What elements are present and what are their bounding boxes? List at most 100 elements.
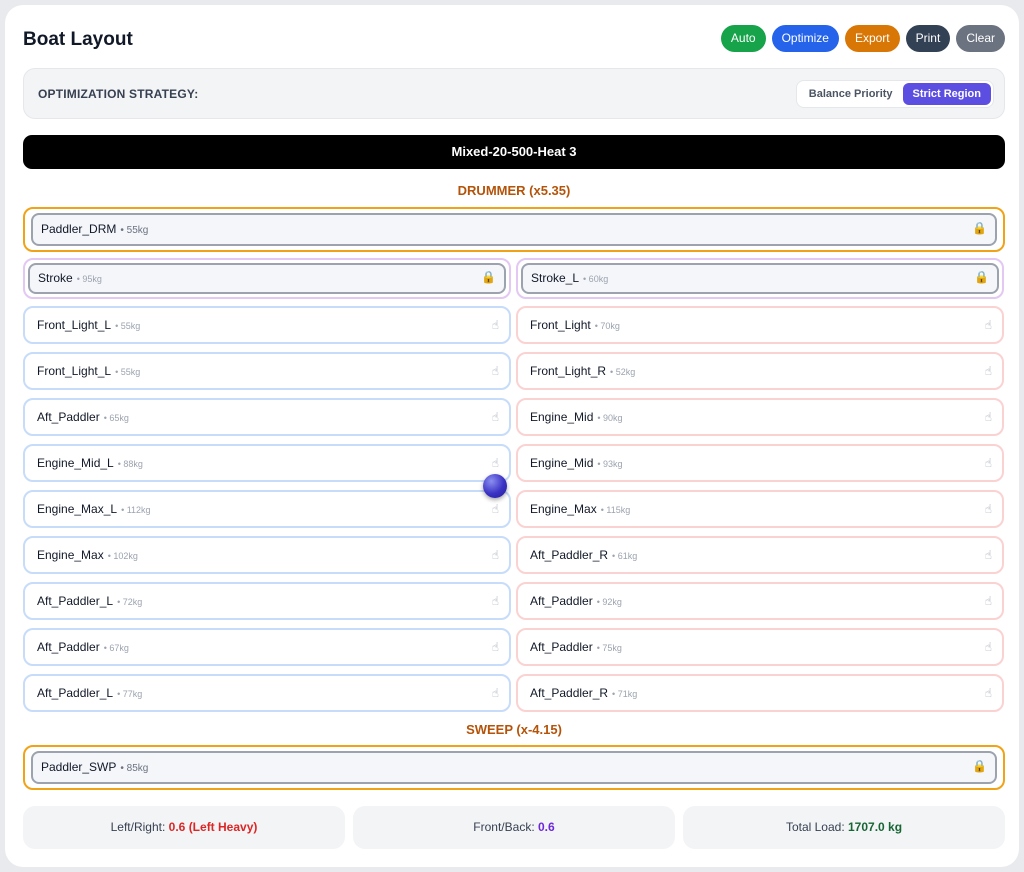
hand-icon[interactable]: ☝ (985, 410, 992, 424)
seat-name: Front_Light_L • 55kg (37, 364, 140, 378)
lock-icon[interactable]: 🔒 (481, 270, 496, 284)
hand-icon[interactable]: ☝ (492, 456, 499, 470)
seat-name: Engine_Max_L • 112kg (37, 502, 151, 516)
paddler-weight: • 55kg (115, 321, 141, 331)
paddler-name: Aft_Paddler_R (530, 548, 609, 562)
hand-icon[interactable]: ☝ (492, 364, 499, 378)
seat-name: Aft_Paddler_L • 72kg (37, 594, 142, 608)
paddler-name: Paddler_SWP (41, 760, 117, 774)
paddler-weight: • 102kg (107, 551, 138, 561)
seat-left-row-4[interactable]: Engine_Mid_L • 88kg ☝ (23, 444, 511, 482)
hand-icon[interactable]: ☝ (492, 594, 499, 608)
front-back-balance-stat: Front/Back: 0.6 (353, 806, 675, 849)
stroke-seat-right[interactable]: Stroke_L • 60kg 🔒 (516, 258, 1004, 299)
seat-right-row-7[interactable]: Aft_Paddler • 92kg ☝ (516, 582, 1004, 620)
seat-left-row-2[interactable]: Front_Light_L • 55kg ☝ (23, 352, 511, 390)
hand-icon[interactable]: ☝ (985, 594, 992, 608)
seat-name: Aft_Paddler • 65kg (37, 410, 129, 424)
hand-icon[interactable]: ☝ (985, 318, 992, 332)
hand-icon[interactable]: ☝ (492, 686, 499, 700)
hand-icon[interactable]: ☝ (985, 364, 992, 378)
seat-right-row-2[interactable]: Front_Light_R • 52kg ☝ (516, 352, 1004, 390)
balance-priority-option[interactable]: Balance Priority (799, 83, 903, 105)
seat-name: Engine_Mid_L • 88kg (37, 456, 143, 470)
hand-icon[interactable]: ☝ (985, 640, 992, 654)
hand-icon[interactable]: ☝ (492, 502, 499, 516)
lock-icon[interactable]: 🔒 (972, 221, 987, 235)
seat-right-row-9[interactable]: Aft_Paddler_R • 71kg ☝ (516, 674, 1004, 712)
seat-right-row-6[interactable]: Aft_Paddler_R • 61kg ☝ (516, 536, 1004, 574)
paddler-weight: • 90kg (597, 413, 623, 423)
left-right-balance-stat: Left/Right: 0.6 (Left Heavy) (23, 806, 345, 849)
drummer-seat-inner: Paddler_DRM • 55kg 🔒 (31, 213, 997, 246)
race-title-bar: Mixed-20-500-Heat 3 (23, 135, 1005, 169)
paddler-name: Stroke_L (531, 271, 580, 285)
lock-icon[interactable]: 🔒 (974, 270, 989, 284)
paddler-weight: • 85kg (120, 763, 149, 774)
seat-name: Aft_Paddler_L • 77kg (37, 686, 142, 700)
hand-icon[interactable]: ☝ (985, 456, 992, 470)
paddler-name: Front_Light (530, 318, 591, 332)
seat-right-row-1[interactable]: Front_Light • 70kg ☝ (516, 306, 1004, 344)
seat-left-row-9[interactable]: Aft_Paddler_L • 77kg ☝ (23, 674, 511, 712)
seat-left-row-3[interactable]: Aft_Paddler • 65kg ☝ (23, 398, 511, 436)
seat-name: Engine_Max • 115kg (530, 502, 630, 516)
hand-icon[interactable]: ☝ (492, 548, 499, 562)
print-button[interactable]: Print (905, 25, 951, 52)
total-load-stat: Total Load: 1707.0 kg (683, 806, 1005, 849)
seat-name: Front_Light_L • 55kg (37, 318, 140, 332)
seat-right-row-3[interactable]: Engine_Mid • 90kg ☝ (516, 398, 1004, 436)
clear-button[interactable]: Clear (956, 25, 1005, 52)
seat-left-row-1[interactable]: Front_Light_L • 55kg ☝ (23, 306, 511, 344)
strict-region-option[interactable]: Strict Region (902, 83, 991, 105)
export-button[interactable]: Export (844, 25, 900, 52)
paddler-name: Aft_Paddler (530, 640, 593, 654)
paddler-name: Engine_Mid (530, 410, 594, 424)
sweep-seat[interactable]: Paddler_SWP • 85kg 🔒 (23, 745, 1005, 790)
seat-right-row-5[interactable]: Engine_Max • 115kg ☝ (516, 490, 1004, 528)
seat-name: Aft_Paddler • 67kg (37, 640, 129, 654)
seat-left-row-6[interactable]: Engine_Max • 102kg ☝ (23, 536, 511, 574)
drummer-seat[interactable]: Paddler_DRM • 55kg 🔒 (23, 207, 1005, 252)
hand-icon[interactable]: ☝ (492, 640, 499, 654)
drag-handle-ball[interactable] (483, 474, 507, 498)
seat-name: Paddler_DRM • 55kg (41, 222, 148, 236)
paddler-weight: • 112kg (121, 505, 151, 515)
paddler-name: Stroke (38, 271, 73, 285)
auto-button[interactable]: Auto (720, 25, 766, 52)
paddler-name: Front_Light_L (37, 364, 112, 378)
paddler-weight: • 115kg (600, 505, 631, 515)
hand-icon[interactable]: ☝ (985, 686, 992, 700)
header: Boat Layout Auto Optimize Export Print C… (23, 24, 1005, 56)
stroke-seat-left[interactable]: Stroke • 95kg 🔒 (23, 258, 511, 299)
paddler-weight: • 61kg (612, 551, 638, 561)
paddler-name: Paddler_DRM (41, 222, 117, 236)
hand-icon[interactable]: ☝ (985, 548, 992, 562)
seat-right-row-4[interactable]: Engine_Mid • 93kg ☝ (516, 444, 1004, 482)
seat-left-row-7[interactable]: Aft_Paddler_L • 72kg ☝ (23, 582, 511, 620)
hand-icon[interactable]: ☝ (492, 318, 499, 332)
paddler-name: Engine_Max (530, 502, 597, 516)
hand-icon[interactable]: ☝ (492, 410, 499, 424)
optimize-button[interactable]: Optimize (771, 25, 839, 52)
seat-name: Aft_Paddler • 92kg (530, 594, 622, 608)
seat-name: Engine_Mid • 93kg (530, 456, 623, 470)
toolbar: Auto Optimize Export Print Clear (720, 25, 1005, 52)
paddler-weight: • 70kg (594, 321, 620, 331)
paddler-name: Aft_Paddler_R (530, 686, 609, 700)
seat-left-row-8[interactable]: Aft_Paddler • 67kg ☝ (23, 628, 511, 666)
paddler-weight: • 55kg (115, 367, 141, 377)
hand-icon[interactable]: ☝ (985, 502, 992, 516)
lock-icon[interactable]: 🔒 (972, 759, 987, 773)
paddler-weight: • 75kg (596, 643, 622, 653)
page-title: Boat Layout (23, 29, 133, 50)
seat-name: Engine_Max • 102kg (37, 548, 138, 562)
seat-name: Aft_Paddler • 75kg (530, 640, 622, 654)
seat-name: Paddler_SWP • 85kg (41, 760, 148, 774)
seat-right-row-8[interactable]: Aft_Paddler • 75kg ☝ (516, 628, 1004, 666)
seat-left-row-5[interactable]: Engine_Max_L • 112kg ☝ (23, 490, 511, 528)
seat-name: Stroke_L • 60kg (531, 271, 608, 285)
paddler-weight: • 93kg (597, 459, 623, 469)
drummer-label: DRUMMER (x5.35) (457, 183, 571, 198)
strategy-toggle: Balance Priority Strict Region (795, 80, 994, 108)
